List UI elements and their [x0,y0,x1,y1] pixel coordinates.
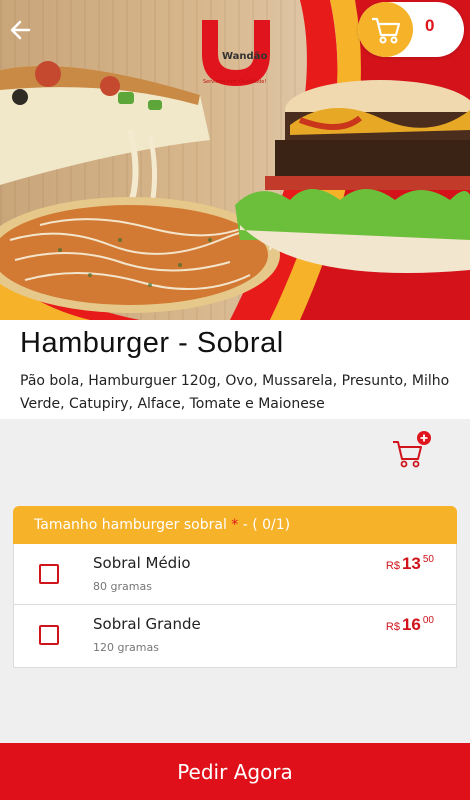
hero-banner: Wandão Servindo com Qualidade! 0 [0,0,470,320]
cart-icon [371,17,400,43]
required-mark: * [231,517,239,533]
option-detail: 80 gramas [93,580,152,593]
price-integer: 16 [401,615,421,634]
arrow-left-icon [10,20,31,40]
cart-plus-icon [393,431,431,468]
cart-icon-badge [358,2,413,57]
options-list: Sobral Médio 80 gramas R$ 13 50 Sobral Gra… [13,544,457,668]
option-row[interactable]: Sobral Médio 80 gramas R$ 13 50 [14,544,456,605]
options-group-header: Tamanho hamburger sobral * - ( 0/1) [13,506,457,544]
price-currency: R$ [385,560,400,572]
options-group-title: Tamanho hamburger sobral [34,517,227,533]
option-name: Sobral Médio [93,554,191,572]
logo-name: Wandão [222,51,268,62]
option-price: R$ 16 00 [386,615,434,635]
product-title: Hamburger - Sobral [20,327,284,359]
back-button[interactable] [6,16,34,44]
option-price: R$ 13 50 [386,554,434,574]
add-to-cart-button[interactable] [390,430,432,468]
option-detail: 120 gramas [93,641,159,654]
option-name: Sobral Grande [93,615,201,633]
logo-tagline: Servindo com Qualidade! [203,79,267,85]
cart-button[interactable]: 0 [358,2,464,57]
cart-count: 0 [425,16,435,35]
price-integer: 13 [401,554,421,573]
price-currency: R$ [385,621,400,633]
product-info: Hamburger - Sobral Pão bola, Hamburguer … [0,320,470,419]
option-row[interactable]: Sobral Grande 120 gramas R$ 16 00 [14,605,456,667]
option-checkbox[interactable] [39,625,59,645]
price-decimal: 00 [422,615,434,626]
price-decimal: 50 [422,554,434,565]
option-checkbox[interactable] [39,564,59,584]
order-now-button[interactable]: Pedir Agora [0,743,470,800]
product-description: Pão bola, Hamburguer 120g, Ovo, Mussarel… [20,373,450,412]
options-count: - ( 0/1) [242,517,291,533]
